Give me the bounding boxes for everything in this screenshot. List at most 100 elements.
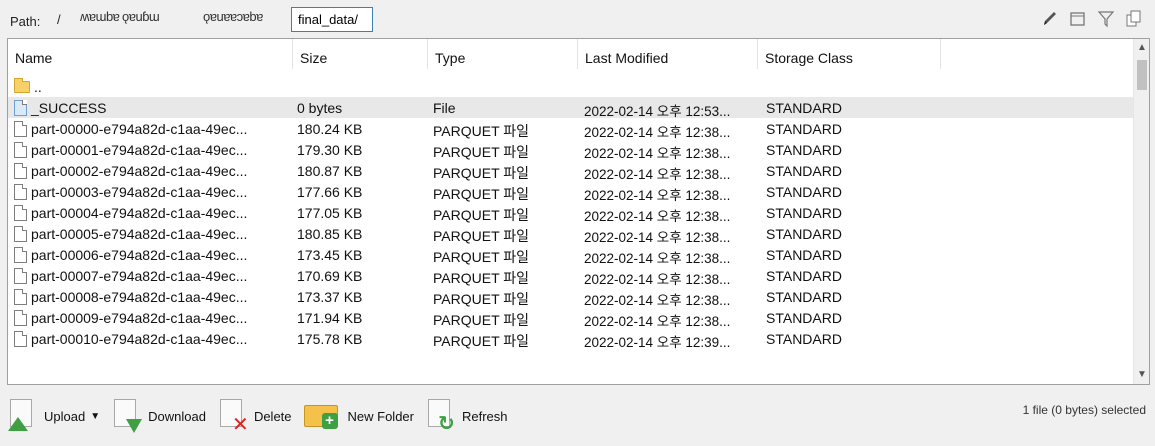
file-last-modified: 2022-02-14 오후 12:38...: [584, 209, 731, 223]
file-storage-class: STANDARD: [766, 289, 842, 305]
file-last-modified: 2022-02-14 오후 12:39...: [584, 335, 731, 349]
file-storage-class: STANDARD: [766, 163, 842, 179]
file-storage-class: STANDARD: [766, 121, 842, 137]
column-header-storage-class[interactable]: Storage Class: [758, 39, 941, 69]
path-separator: /: [57, 12, 61, 27]
scroll-up-icon[interactable]: ▲: [1134, 39, 1149, 56]
scroll-down-icon[interactable]: ▼: [1134, 367, 1149, 384]
window-icon[interactable]: [1069, 9, 1087, 29]
file-storage-class: STANDARD: [766, 331, 842, 347]
file-name: part-00001-e794a82d-c1aa-49ec...: [31, 141, 248, 158]
file-size: 171.94 KB: [297, 310, 363, 326]
refresh-label: Refresh: [461, 408, 508, 424]
file-name: part-00007-e794a82d-c1aa-49ec...: [31, 267, 248, 284]
file-row[interactable]: part-00002-e794a82d-c1aa-49ec... 180.87 K…: [8, 160, 1136, 181]
file-type: PARQUET 파일: [433, 165, 530, 181]
filter-icon[interactable]: [1097, 9, 1115, 29]
file-name: part-00000-e794a82d-c1aa-49ec...: [31, 120, 248, 137]
file-row[interactable]: part-00005-e794a82d-c1aa-49ec... 180.85 K…: [8, 223, 1136, 244]
file-last-modified: 2022-02-14 오후 12:38...: [584, 167, 731, 181]
refresh-icon: ↻: [426, 397, 456, 435]
file-type: PARQUET 파일: [433, 333, 530, 349]
file-row[interactable]: part-00003-e794a82d-c1aa-49ec... 177.66 K…: [8, 181, 1136, 202]
new-folder-button[interactable]: + New Folder: [303, 392, 414, 440]
file-last-modified: 2022-02-14 오후 12:38...: [584, 272, 731, 286]
chevron-down-icon[interactable]: ▼: [90, 411, 100, 422]
file-size: 170.69 KB: [297, 268, 363, 284]
path-segment-3[interactable]: ǫɐuɐɐɔɐbɐ: [203, 9, 263, 24]
file-size: 180.85 KB: [297, 226, 363, 242]
file-storage-class: STANDARD: [766, 226, 842, 242]
file-icon: [14, 141, 27, 158]
file-type: PARQUET 파일: [433, 144, 530, 160]
file-row[interactable]: part-00001-e794a82d-c1aa-49ec... 179.30 K…: [8, 139, 1136, 160]
column-header-last-modified[interactable]: Last Modified: [578, 39, 758, 69]
file-row[interactable]: part-00008-e794a82d-c1aa-49ec... 173.37 K…: [8, 286, 1136, 307]
file-icon: [14, 99, 27, 116]
file-name: part-00006-e794a82d-c1aa-49ec...: [31, 246, 248, 263]
refresh-button[interactable]: ↻ Refresh: [426, 392, 508, 440]
file-last-modified: 2022-02-14 오후 12:38...: [584, 125, 731, 139]
file-row[interactable]: _SUCCESS 0 bytes File 2022-02-14 오후 12:53..…: [8, 97, 1136, 118]
file-icon: [14, 246, 27, 263]
file-icon: [14, 162, 27, 179]
parent-folder-name: ..: [34, 78, 42, 95]
new-folder-icon: +: [303, 397, 342, 435]
download-icon: [112, 397, 143, 435]
file-icon: [14, 120, 27, 137]
parent-folder-row[interactable]: ..: [8, 76, 1136, 97]
upload-button[interactable]: Upload ▼: [8, 392, 100, 440]
file-row[interactable]: part-00007-e794a82d-c1aa-49ec... 170.69 K…: [8, 265, 1136, 286]
file-storage-class: STANDARD: [766, 310, 842, 326]
file-name: part-00003-e794a82d-c1aa-49ec...: [31, 183, 248, 200]
file-storage-class: STANDARD: [766, 268, 842, 284]
delete-label: Delete: [253, 408, 292, 424]
delete-icon: ✕: [218, 397, 249, 435]
file-name: _SUCCESS: [31, 99, 107, 116]
file-size: 175.78 KB: [297, 331, 363, 347]
file-icon: [14, 330, 27, 347]
delete-button[interactable]: ✕ Delete: [218, 392, 292, 440]
file-rows: .. _SUCCESS 0 bytes File 2022-02-14 오후 12:5…: [8, 76, 1136, 349]
vertical-scrollbar[interactable]: ▲ ▼: [1133, 39, 1149, 384]
file-row[interactable]: part-00009-e794a82d-c1aa-49ec... 171.94 K…: [8, 307, 1136, 328]
file-type: PARQUET 파일: [433, 312, 530, 328]
path-segment-2[interactable]: ǫɐuɓɯ: [122, 9, 160, 24]
file-row[interactable]: part-00000-e794a82d-c1aa-49ec... 180.24 K…: [8, 118, 1136, 139]
file-type: PARQUET 파일: [433, 207, 530, 223]
file-size: 180.87 KB: [297, 163, 363, 179]
file-name: part-00010-e794a82d-c1aa-49ec...: [31, 330, 248, 347]
column-header-type[interactable]: Type: [428, 39, 578, 69]
file-type: PARQUET 파일: [433, 228, 530, 244]
file-last-modified: 2022-02-14 오후 12:38...: [584, 230, 731, 244]
folder-icon: [14, 77, 30, 93]
file-last-modified: 2022-02-14 오후 12:53...: [584, 104, 731, 118]
pencil-icon[interactable]: [1041, 9, 1059, 29]
top-toolbar: [1041, 9, 1143, 29]
column-header-size[interactable]: Size: [293, 39, 428, 69]
file-type: PARQUET 파일: [433, 123, 530, 139]
file-last-modified: 2022-02-14 오후 12:38...: [584, 293, 731, 307]
file-row[interactable]: part-00010-e794a82d-c1aa-49ec... 175.78 K…: [8, 328, 1136, 349]
file-list[interactable]: Name Size Type Last Modified Storage Cla…: [7, 38, 1150, 385]
file-size: 173.45 KB: [297, 247, 363, 263]
column-header-row: Name Size Type Last Modified Storage Cla…: [8, 39, 1136, 69]
file-icon: [14, 288, 27, 305]
file-last-modified: 2022-02-14 오후 12:38...: [584, 188, 731, 202]
file-name: part-00005-e794a82d-c1aa-49ec...: [31, 225, 248, 242]
path-label: Path:: [10, 14, 41, 29]
file-icon: [14, 225, 27, 242]
file-type: File: [433, 100, 456, 116]
file-row[interactable]: part-00004-e794a82d-c1aa-49ec... 177.05 K…: [8, 202, 1136, 223]
file-type: PARQUET 파일: [433, 270, 530, 286]
upload-icon: [8, 397, 38, 435]
copy-icon[interactable]: [1125, 9, 1143, 29]
file-row[interactable]: part-00006-e794a82d-c1aa-49ec... 173.45 K…: [8, 244, 1136, 265]
path-current-input[interactable]: final_data/: [291, 7, 373, 32]
path-segment-1[interactable]: ʍɐɯbɐ: [80, 9, 120, 24]
file-last-modified: 2022-02-14 오후 12:38...: [584, 146, 731, 160]
file-size: 0 bytes: [297, 100, 343, 116]
scroll-thumb[interactable]: [1137, 60, 1147, 90]
download-button[interactable]: Download: [112, 392, 206, 440]
column-header-name[interactable]: Name: [8, 39, 293, 69]
